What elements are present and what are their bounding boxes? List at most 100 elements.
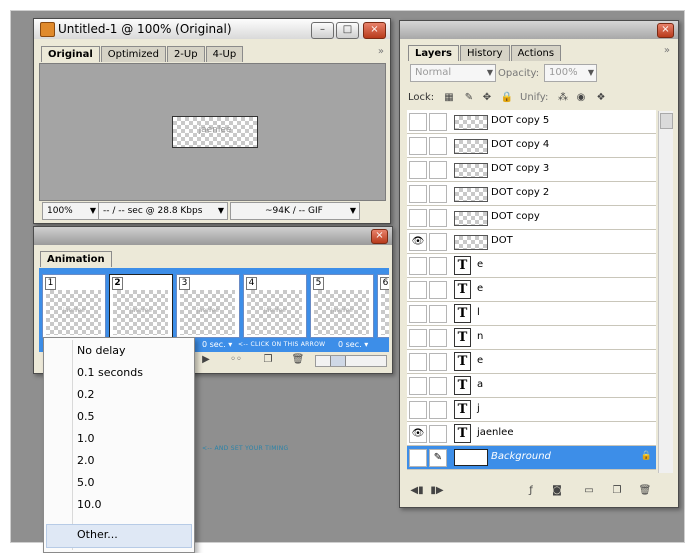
unify-position-icon[interactable]: ⁂: [556, 92, 570, 104]
tab-animation[interactable]: Animation: [40, 251, 112, 267]
link-toggle[interactable]: [429, 113, 447, 131]
panel-menu-icon[interactable]: »: [664, 45, 670, 56]
play-icon[interactable]: ▶: [199, 354, 213, 366]
layer-row[interactable]: DOT copy 5: [407, 110, 656, 134]
link-toggle[interactable]: [429, 305, 447, 323]
layer-style-icon[interactable]: ƒ: [524, 485, 538, 497]
nav-forward-icon[interactable]: ▮▶: [430, 485, 444, 497]
visibility-toggle[interactable]: [409, 377, 427, 395]
blend-mode-select[interactable]: Normal ▼: [410, 64, 496, 82]
link-toggle[interactable]: [429, 137, 447, 155]
visibility-toggle[interactable]: [409, 353, 427, 371]
link-toggle[interactable]: [429, 377, 447, 395]
animation-frame[interactable]: 1 jaenlee: [42, 274, 106, 338]
menu-item-0-5[interactable]: 0.5: [77, 410, 95, 423]
layer-row[interactable]: DOT copy: [407, 206, 656, 230]
panel-menu-icon[interactable]: »: [378, 46, 384, 57]
layer-row[interactable]: DOT copy 3: [407, 158, 656, 182]
image-canvas[interactable]: jaenlee: [172, 116, 258, 148]
menu-item-10-0[interactable]: 10.0: [77, 498, 102, 511]
layer-row[interactable]: DOT copy 4: [407, 134, 656, 158]
lock-position-icon[interactable]: ✥: [480, 92, 494, 104]
link-toggle[interactable]: [429, 425, 447, 443]
menu-item-1-0[interactable]: 1.0: [77, 432, 95, 445]
delete-layer-icon[interactable]: 🗑: [638, 485, 652, 497]
animation-close-button[interactable]: ×: [371, 229, 388, 244]
tab-optimized[interactable]: Optimized: [100, 46, 166, 62]
document-window[interactable]: Untitled-1 @ 100% (Original) – □ × Origi…: [33, 18, 391, 224]
visibility-toggle[interactable]: [409, 449, 427, 467]
layer-row[interactable]: 👁 Tjaenlee: [407, 422, 656, 446]
link-toggle[interactable]: [429, 401, 447, 419]
lock-all-icon[interactable]: 🔒: [500, 92, 514, 104]
link-toggle[interactable]: [429, 257, 447, 275]
frame-delay-select[interactable]: 0 sec. ▾: [202, 340, 232, 349]
link-toggle[interactable]: [429, 209, 447, 227]
animation-titlebar[interactable]: ×: [34, 227, 392, 245]
lock-image-icon[interactable]: ✎: [462, 92, 476, 104]
layers-list-scrollbar[interactable]: [658, 111, 673, 473]
frame-delay-menu[interactable]: No delay 0.1 seconds 0.2 0.5 1.0 2.0 5.0…: [43, 337, 195, 553]
link-toggle[interactable]: [429, 329, 447, 347]
visibility-toggle[interactable]: [409, 329, 427, 347]
visibility-toggle[interactable]: 👁: [409, 233, 427, 251]
tab-original[interactable]: Original: [41, 46, 100, 62]
visibility-toggle[interactable]: [409, 137, 427, 155]
add-mask-icon[interactable]: ◙: [550, 485, 564, 497]
scrollbar-thumb[interactable]: [330, 356, 346, 366]
link-toggle[interactable]: [429, 233, 447, 251]
lock-transparency-icon[interactable]: ▦: [442, 92, 456, 104]
tab-actions[interactable]: Actions: [510, 45, 562, 61]
visibility-toggle[interactable]: [409, 209, 427, 227]
download-speed-select[interactable]: -- / -- sec @ 28.8 Kbps ▼: [98, 202, 228, 220]
layers-close-button[interactable]: ×: [657, 23, 674, 38]
link-toggle[interactable]: [429, 185, 447, 203]
layer-row[interactable]: Tn: [407, 326, 656, 350]
animation-frame[interactable]: 2 jaenlee: [109, 274, 173, 338]
layer-row[interactable]: 👁 DOT: [407, 230, 656, 254]
menu-item-5-0[interactable]: 5.0: [77, 476, 95, 489]
tab-layers[interactable]: Layers: [408, 45, 459, 61]
trash-icon[interactable]: 🗑: [291, 354, 305, 366]
visibility-toggle[interactable]: [409, 401, 427, 419]
menu-item-no-delay[interactable]: No delay: [77, 344, 126, 357]
menu-item-other[interactable]: Other...: [77, 528, 118, 541]
frames-scrollbar[interactable]: [315, 355, 387, 367]
document-titlebar[interactable]: Untitled-1 @ 100% (Original) – □ ×: [34, 19, 390, 39]
zoom-select[interactable]: 100% ▼: [42, 202, 100, 220]
unify-style-icon[interactable]: ❖: [594, 92, 608, 104]
layer-row[interactable]: Tl: [407, 302, 656, 326]
layer-row[interactable]: DOT copy 2: [407, 182, 656, 206]
tween-icon[interactable]: ◦◦: [229, 354, 243, 366]
visibility-toggle[interactable]: [409, 185, 427, 203]
menu-item-0-1[interactable]: 0.1 seconds: [77, 366, 143, 379]
tab-history[interactable]: History: [460, 45, 510, 61]
layer-row[interactable]: Tj: [407, 398, 656, 422]
unify-visibility-icon[interactable]: ◉: [574, 92, 588, 104]
nav-back-icon[interactable]: ◀▮: [410, 485, 424, 497]
tab-4-up[interactable]: 4-Up: [205, 46, 244, 62]
visibility-toggle[interactable]: [409, 161, 427, 179]
layer-row[interactable]: Te: [407, 278, 656, 302]
menu-item-0-2[interactable]: 0.2: [77, 388, 95, 401]
link-toggle[interactable]: [429, 353, 447, 371]
visibility-toggle[interactable]: [409, 305, 427, 323]
new-set-icon[interactable]: ▭: [582, 485, 596, 497]
scrollbar-thumb[interactable]: [660, 113, 673, 129]
layer-row[interactable]: Te: [407, 350, 656, 374]
minimize-button[interactable]: –: [311, 22, 334, 39]
file-size-select[interactable]: ~94K / -- GIF ▼: [230, 202, 360, 220]
menu-item-2-0[interactable]: 2.0: [77, 454, 95, 467]
close-button[interactable]: ×: [363, 22, 386, 39]
animation-frame[interactable]: 4 jaenlee: [243, 274, 307, 338]
visibility-toggle[interactable]: [409, 257, 427, 275]
layer-row[interactable]: Ta: [407, 374, 656, 398]
layers-titlebar[interactable]: ×: [400, 21, 678, 39]
visibility-toggle[interactable]: 👁: [409, 425, 427, 443]
animation-frame[interactable]: 3 jaenlee: [176, 274, 240, 338]
new-layer-icon[interactable]: ❐: [610, 485, 624, 497]
brush-toggle[interactable]: ✎: [429, 449, 447, 467]
animation-frame[interactable]: 6: [377, 274, 389, 338]
frame-delay-select[interactable]: 0 sec. ▾: [338, 340, 368, 349]
opacity-input[interactable]: 100% ▼: [544, 64, 597, 82]
